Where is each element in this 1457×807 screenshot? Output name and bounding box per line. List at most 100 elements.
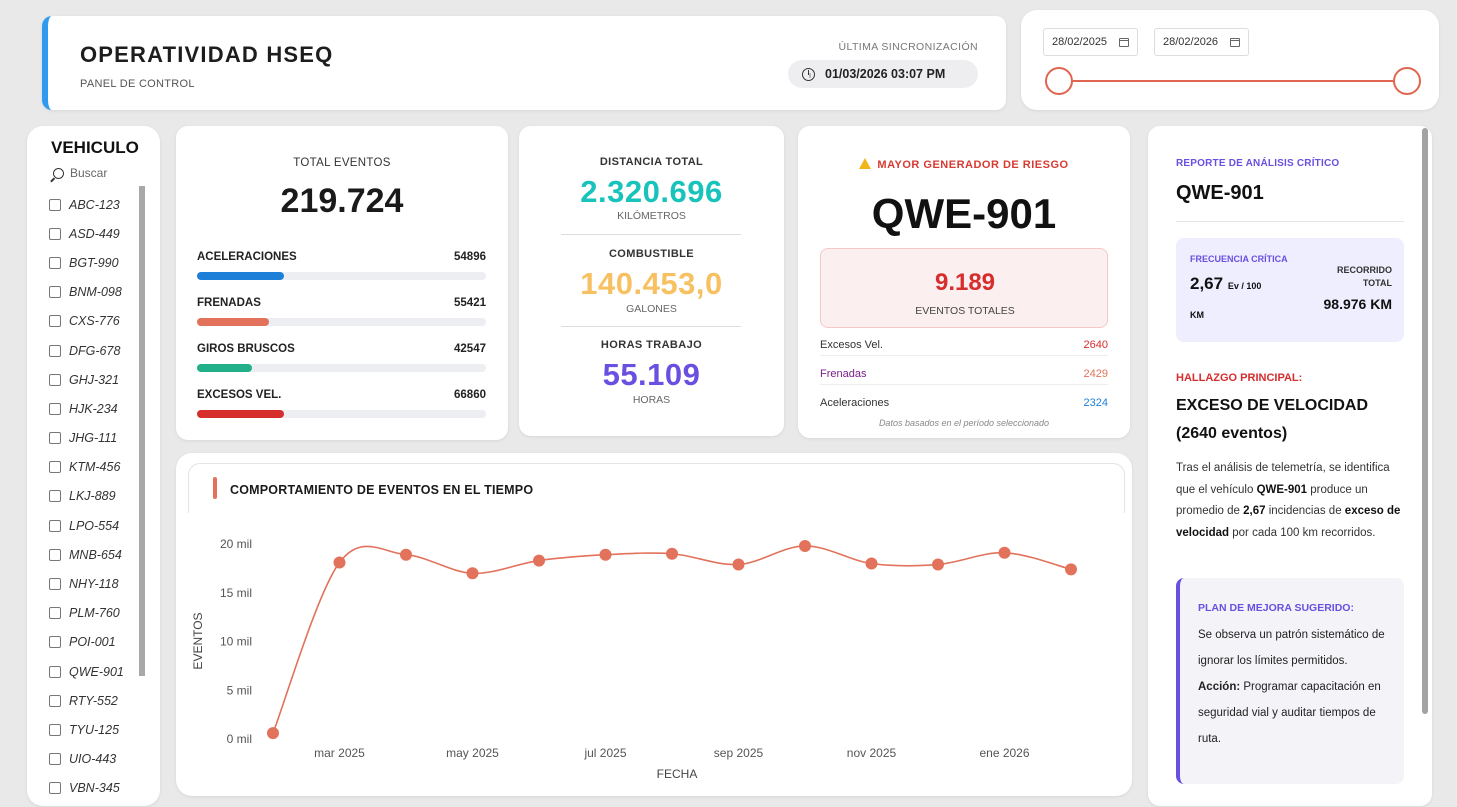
vehicle-checkbox-item[interactable]: NHY-118 xyxy=(49,569,145,598)
vehicle-checkbox-item[interactable]: HJK-234 xyxy=(49,394,145,423)
event-progress-fill xyxy=(197,364,252,372)
data-point xyxy=(932,558,944,571)
total-distance-value: 98.976 KM xyxy=(1323,296,1392,312)
vehicle-checkbox-item[interactable]: CXS-776 xyxy=(49,307,145,336)
total-events-card: TOTAL EVENTOS 219.724 ACELERACIONES 54896… xyxy=(176,126,508,440)
end-date-input[interactable]: 28/02/2026 xyxy=(1154,28,1250,56)
event-type-count: 66860 xyxy=(454,389,486,401)
vehicle-checkbox-item[interactable]: MNB-654 xyxy=(49,540,145,569)
date-slider-end-handle[interactable] xyxy=(1393,67,1421,95)
vehicle-checkbox-item[interactable]: DFG-678 xyxy=(49,336,145,365)
total-distance-label: RECORRIDO TOTAL xyxy=(1336,265,1392,288)
calendar-icon[interactable] xyxy=(1230,37,1241,47)
vehicle-plate-label: GHJ-321 xyxy=(69,372,120,387)
checkbox[interactable] xyxy=(49,548,61,561)
vehicle-plate-label: KTM-456 xyxy=(69,460,121,475)
checkbox[interactable] xyxy=(49,198,61,211)
checkbox[interactable] xyxy=(49,461,61,474)
series-line xyxy=(272,545,1072,734)
vehicle-checkbox-item[interactable]: POI-001 xyxy=(49,628,145,657)
vehicle-plate-label: UIO-443 xyxy=(69,752,117,767)
vehicle-checkbox-item[interactable]: BGT-990 xyxy=(49,248,145,277)
risk-breakdown-label: Aceleraciones xyxy=(820,397,890,409)
checkbox[interactable] xyxy=(49,694,61,707)
checkbox[interactable] xyxy=(49,723,61,736)
report-scrollbar[interactable] xyxy=(1422,128,1428,714)
risk-vehicle-plate: QWE-901 xyxy=(871,190,1057,237)
vehicle-checkbox-item[interactable]: UIO-443 xyxy=(49,745,145,774)
event-type-label: ACELERACIONES xyxy=(197,251,297,263)
checkbox[interactable] xyxy=(49,636,61,649)
x-tick-label: sep 2025 xyxy=(714,746,764,760)
x-tick-label: may 2025 xyxy=(446,746,499,760)
vehicle-plate-label: LKJ-889 xyxy=(69,489,116,504)
y-tick-label: 0 mil xyxy=(227,732,252,746)
vehicle-list: ABC-123 ASD-449 BGT-990 BNM-098 CXS-776 DFG-6… xyxy=(49,190,145,803)
vehicle-checkbox-item[interactable]: QWE-901 xyxy=(49,657,145,686)
event-progress-fill xyxy=(197,272,284,280)
data-point xyxy=(865,557,878,570)
data-point xyxy=(466,567,479,580)
checkbox[interactable] xyxy=(49,256,61,269)
vehicle-plate-label: LPO-554 xyxy=(69,518,120,533)
checkbox[interactable] xyxy=(49,344,61,357)
date-range-filter: 28/02/2025 28/02/2026 xyxy=(1021,10,1439,110)
vehicle-checkbox-item[interactable]: VBN-345 xyxy=(49,774,145,803)
page-title: OPERATIVIDAD HSEQ xyxy=(80,42,334,67)
data-point xyxy=(799,539,811,552)
event-type-label: EXCESOS VEL. xyxy=(197,389,282,401)
risk-breakdown-value: 2640 xyxy=(1083,339,1108,351)
risk-title: MAYOR GENERADOR DE RIESGO xyxy=(798,158,1130,171)
divider xyxy=(1176,221,1404,222)
top-risk-card: MAYOR GENERADOR DE RIESGO QWE-901 9.189 … xyxy=(798,126,1130,438)
checkbox[interactable] xyxy=(49,315,61,328)
checkbox[interactable] xyxy=(49,432,61,445)
critical-frequency-box: FRECUENCIA CRÍTICA 2,67 Ev / 100 KM RECO… xyxy=(1176,238,1404,342)
vehicle-checkbox-item[interactable]: LKJ-889 xyxy=(49,482,145,511)
checkbox[interactable] xyxy=(49,490,61,503)
vehicle-checkbox-item[interactable]: JHG-111 xyxy=(49,424,145,453)
checkbox[interactable] xyxy=(49,373,61,386)
checkbox[interactable] xyxy=(49,607,61,620)
vehicle-checkbox-item[interactable]: ASD-449 xyxy=(49,219,145,248)
calendar-icon[interactable] xyxy=(1119,37,1130,47)
search-placeholder: Buscar xyxy=(70,166,108,180)
header-card: OPERATIVIDAD HSEQ PANEL DE CONTROL ÚLTIM… xyxy=(42,16,1006,110)
start-date-input[interactable]: 28/02/2025 xyxy=(1043,28,1139,56)
vehicle-plate-label: BNM-098 xyxy=(69,285,122,300)
risk-note: Datos basados en el período seleccionado xyxy=(878,418,1050,428)
risk-total-box: 9.189 EVENTOS TOTALES xyxy=(820,248,1108,328)
vehicle-checkbox-item[interactable]: GHJ-321 xyxy=(49,365,145,394)
critical-frequency-value: 2,67 Ev / 100 xyxy=(1190,274,1261,294)
checkbox[interactable] xyxy=(49,578,61,591)
vehicle-search-input[interactable]: Buscar xyxy=(51,166,107,180)
vehicle-checkbox-item[interactable]: BNM-098 xyxy=(49,278,145,307)
checkbox[interactable] xyxy=(49,753,61,766)
checkbox[interactable] xyxy=(49,286,61,299)
vehicle-checkbox-item[interactable]: RTY-552 xyxy=(49,686,145,715)
data-point xyxy=(666,547,678,560)
checkbox[interactable] xyxy=(49,227,61,240)
checkbox[interactable] xyxy=(49,665,61,678)
data-point xyxy=(998,546,1011,559)
checkbox[interactable] xyxy=(49,782,61,795)
distance-value: 2.320.696 xyxy=(580,174,723,209)
x-tick-label: jul 2025 xyxy=(583,746,626,760)
frequency-number: 2,67 xyxy=(1190,274,1224,293)
vehicle-checkbox-item[interactable]: PLM-760 xyxy=(49,599,145,628)
checkbox[interactable] xyxy=(49,519,61,532)
risk-total-label: EVENTOS TOTALES xyxy=(915,305,1015,317)
vehicle-checkbox-item[interactable]: LPO-554 xyxy=(49,511,145,540)
vehicle-checkbox-item[interactable]: ABC-123 xyxy=(49,190,145,219)
total-events-label: TOTAL EVENTOS xyxy=(293,157,391,169)
plan-title: PLAN DE MEJORA SUGERIDO: xyxy=(1198,602,1354,614)
vehicle-list-scrollbar[interactable] xyxy=(139,186,145,676)
checkbox[interactable] xyxy=(49,402,61,415)
search-icon xyxy=(53,167,64,179)
date-slider-track[interactable] xyxy=(1059,80,1407,82)
vehicle-checkbox-item[interactable]: KTM-456 xyxy=(49,453,145,482)
event-progress-fill xyxy=(197,410,284,418)
risk-breakdown-value: 2429 xyxy=(1083,368,1108,380)
date-slider-start-handle[interactable] xyxy=(1045,67,1073,95)
vehicle-checkbox-item[interactable]: TYU-125 xyxy=(49,715,145,744)
